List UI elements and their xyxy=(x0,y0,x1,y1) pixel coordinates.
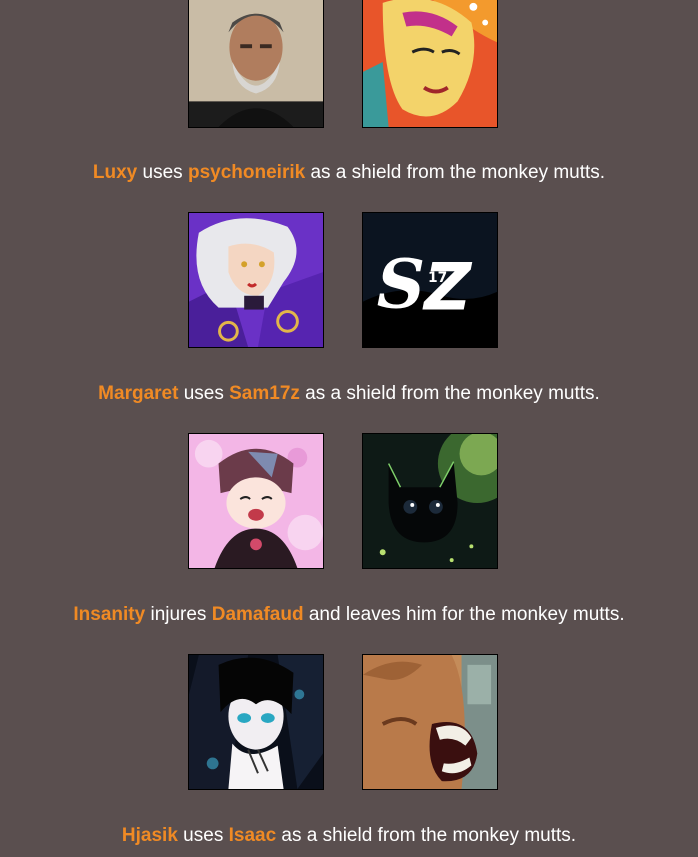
outcome-text: as a shield from the monkey mutts. xyxy=(299,383,600,404)
target-name: Damafaud xyxy=(211,604,304,625)
target-name: Isaac xyxy=(228,825,277,846)
outcome-text: and leaves him for the monkey mutts. xyxy=(303,604,625,625)
verb-text: injures xyxy=(145,604,212,625)
target-name: Sam17z xyxy=(229,383,300,404)
verb-text: uses xyxy=(178,383,230,404)
event-caption-2: Margaret uses Sam17z as a shield from th… xyxy=(0,383,698,405)
avatar-pair xyxy=(188,654,500,792)
white-haired-anime-woman-avatar xyxy=(188,212,324,348)
black-cat-avatar xyxy=(362,433,498,569)
actor-name: Margaret xyxy=(98,383,179,404)
anime-woman-orange-hat-avatar xyxy=(362,0,498,128)
actor-name: Luxy xyxy=(92,162,138,183)
bearded-man-avatar xyxy=(188,0,324,128)
verb-text: uses xyxy=(177,825,229,846)
verb-text: uses xyxy=(137,162,188,183)
svg-text:Z: Z xyxy=(422,251,473,326)
sz-logo-avatar: S Z 17 xyxy=(362,212,498,348)
dark-haired-anime-avatar xyxy=(188,654,324,790)
target-name: psychoneirik xyxy=(187,162,306,183)
actor-name: Hjasik xyxy=(121,825,178,846)
anime-girl-pink-avatar xyxy=(188,433,324,569)
outcome-text: as a shield from the monkey mutts. xyxy=(305,162,606,183)
actor-name: Insanity xyxy=(73,604,146,625)
svg-text:S: S xyxy=(377,245,425,324)
event-caption-3: Insanity injures Damafaud and leaves him… xyxy=(0,604,698,626)
avatar-pair xyxy=(188,0,500,130)
yelling-face-avatar xyxy=(362,654,498,790)
outcome-text: as a shield from the monkey mutts. xyxy=(276,825,577,846)
event-caption-4: Hjasik uses Isaac as a shield from the m… xyxy=(0,825,698,847)
avatar-pair: S Z 17 xyxy=(188,212,500,350)
event-caption-1: Luxy uses psychoneirik as a shield from … xyxy=(0,162,698,184)
svg-text:17: 17 xyxy=(428,270,447,286)
avatar-pair xyxy=(188,433,500,571)
